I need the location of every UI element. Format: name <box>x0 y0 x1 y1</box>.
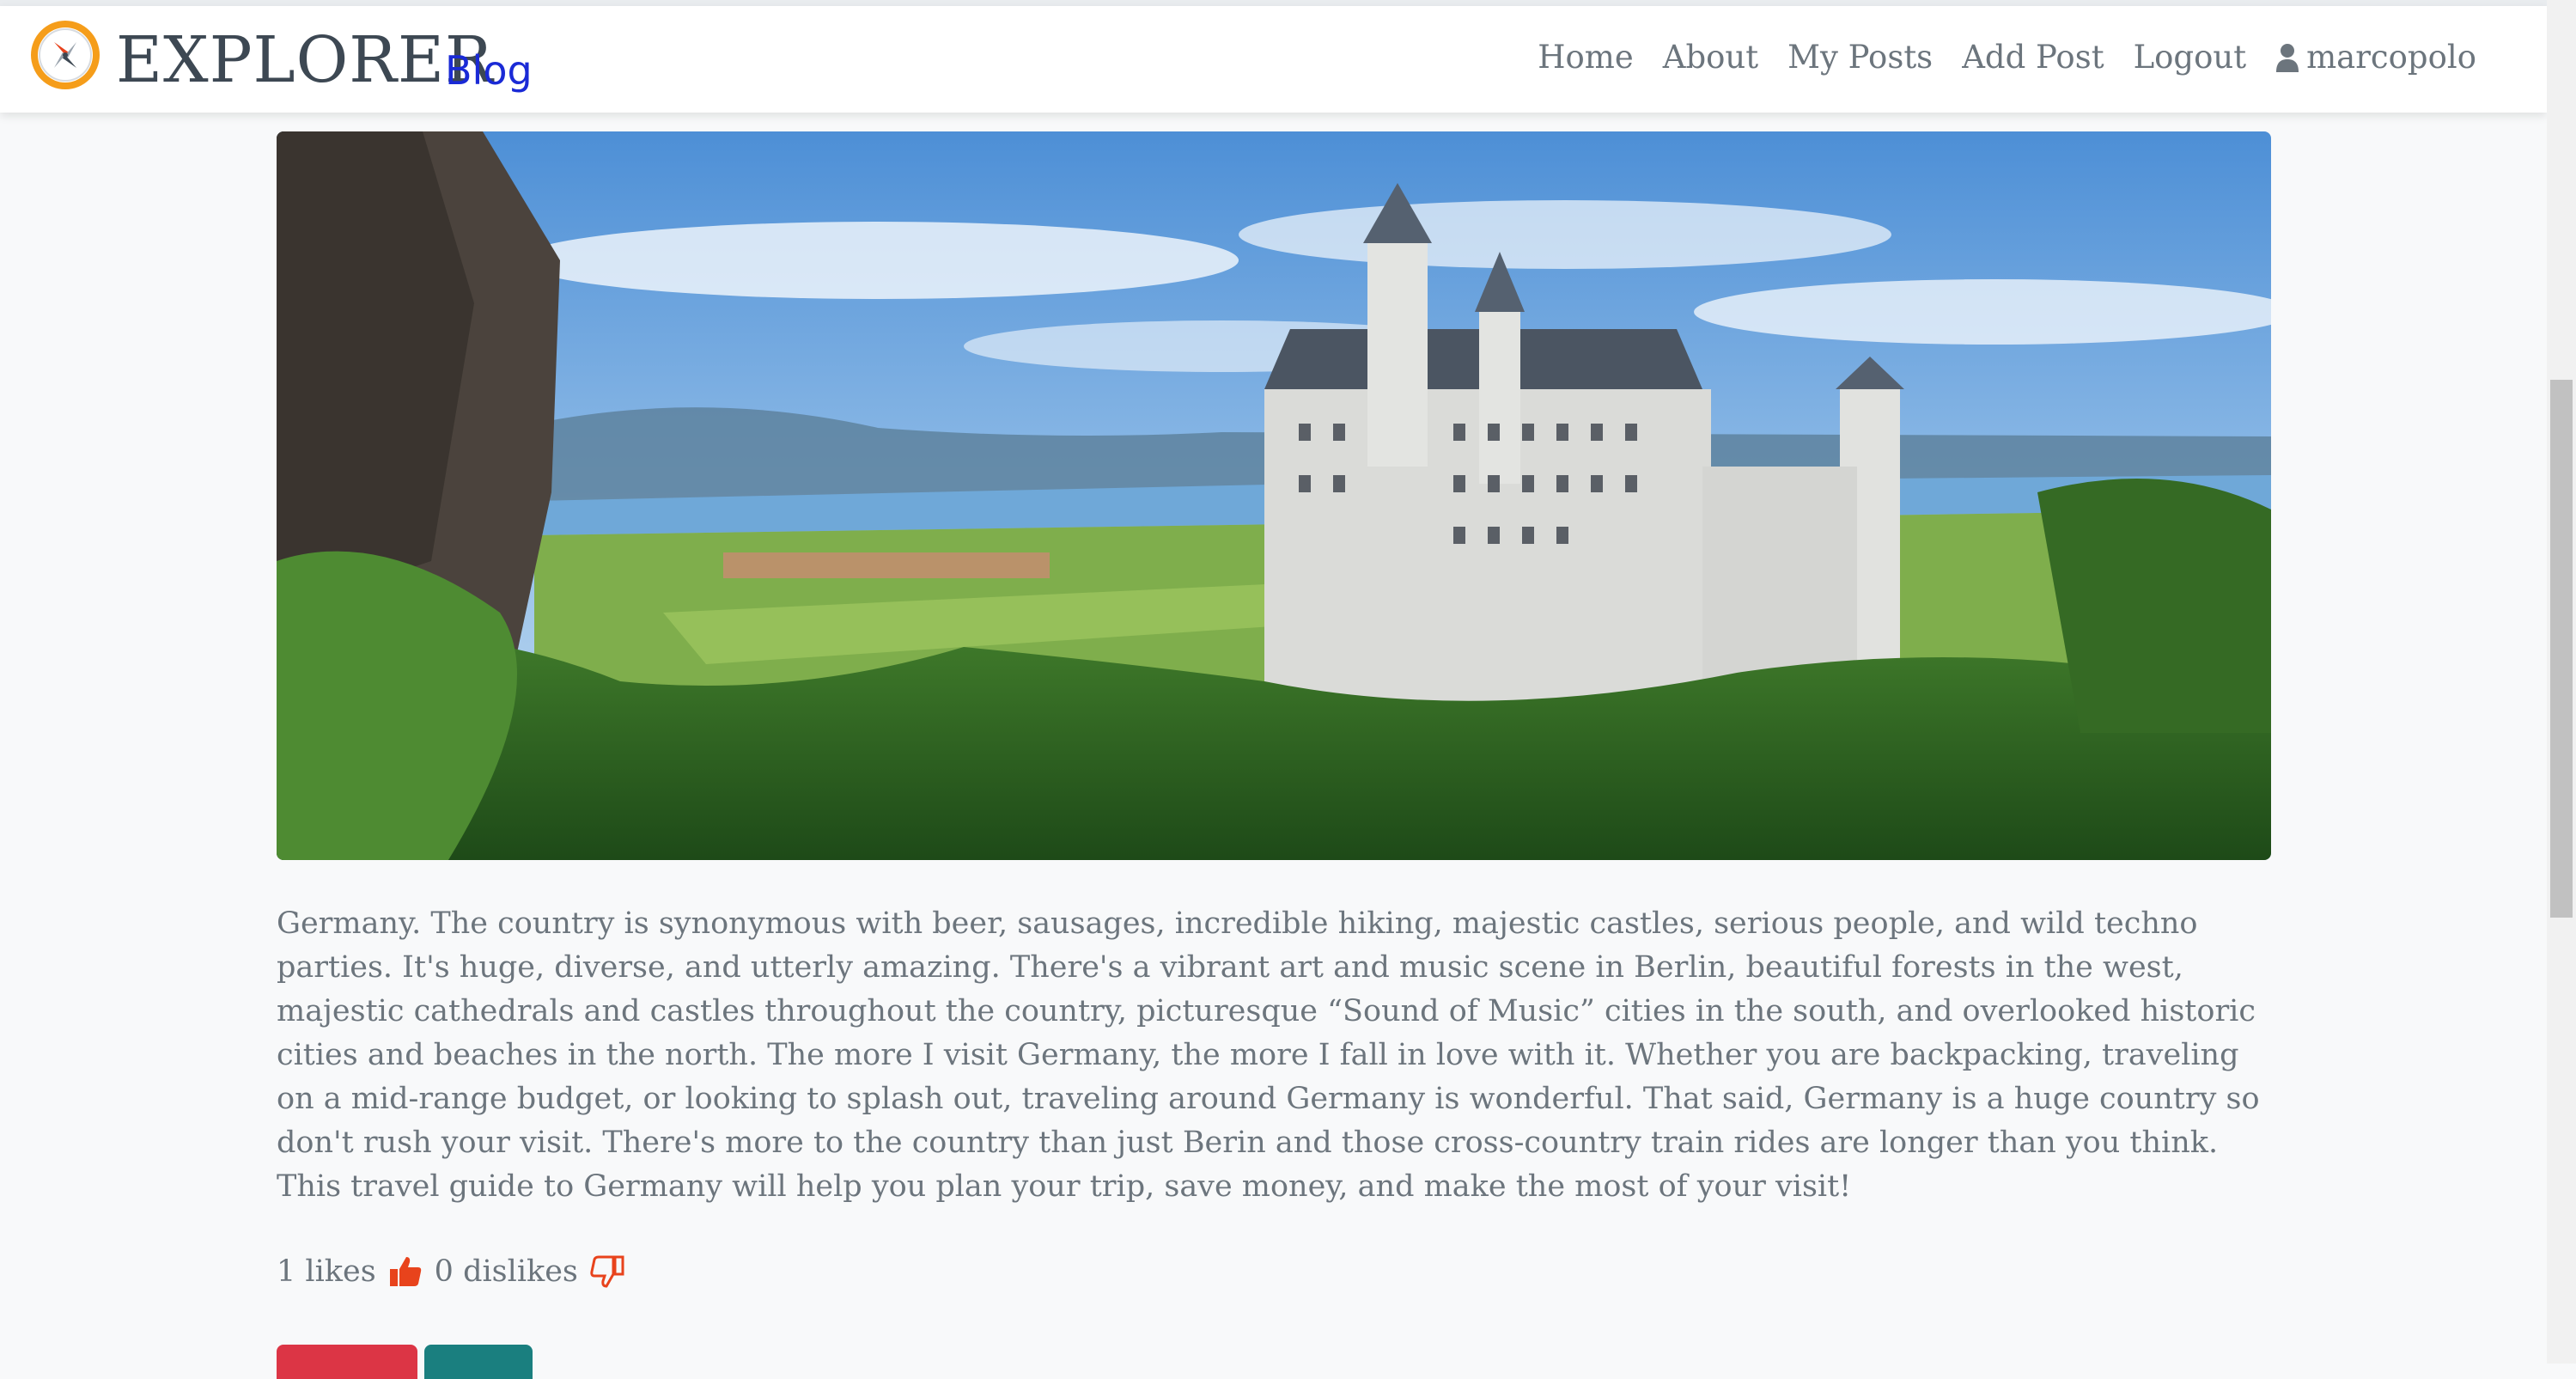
castle-landscape-image <box>277 131 2271 860</box>
dislikes-count: 0 dislikes <box>434 1254 578 1289</box>
thumbs-up-icon[interactable] <box>388 1254 423 1289</box>
brand-subtitle[interactable]: Blog <box>445 40 533 101</box>
edit-post-button[interactable] <box>424 1345 533 1379</box>
username-label: marcopolo <box>2306 39 2476 76</box>
likes-count: 1 likes <box>277 1254 376 1289</box>
delete-post-button[interactable] <box>277 1345 417 1379</box>
post-reactions: 1 likes 0 dislikes <box>277 1254 624 1289</box>
nav-user-profile[interactable]: marcopolo <box>2275 39 2476 76</box>
nav-add-post[interactable]: Add Post <box>1962 39 2104 76</box>
post-hero-image <box>277 131 2271 860</box>
post-body: Germany. The country is synonymous with … <box>277 906 2260 1204</box>
window-top-edge <box>0 0 2576 6</box>
compass-icon[interactable] <box>28 18 102 92</box>
navbar: EXPLORER Blog Home About My Posts Add Po… <box>0 6 2547 113</box>
nav-my-posts[interactable]: My Posts <box>1787 39 1933 76</box>
brand-name[interactable]: EXPLORER <box>116 21 494 99</box>
nav-home[interactable]: Home <box>1538 39 1634 76</box>
nav-logout[interactable]: Logout <box>2134 39 2247 76</box>
scrollbar-thumb[interactable] <box>2550 380 2573 918</box>
user-icon <box>2276 43 2299 72</box>
thumbs-down-icon[interactable] <box>590 1254 624 1289</box>
nav-links: Home About My Posts Add Post Logout marc… <box>1538 39 2476 76</box>
nav-about[interactable]: About <box>1663 39 1758 76</box>
